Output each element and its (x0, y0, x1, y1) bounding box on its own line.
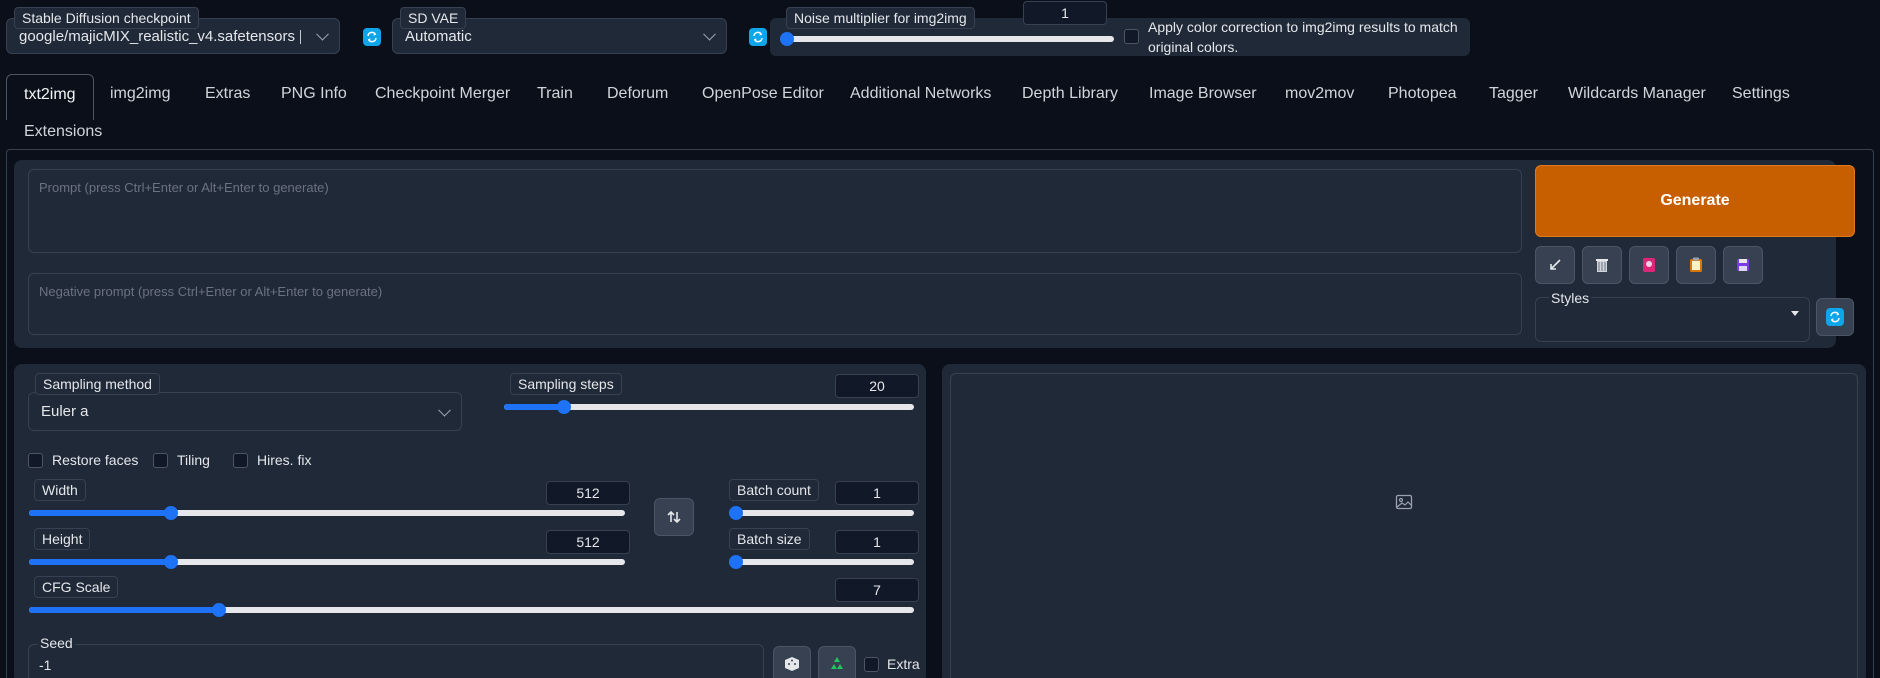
slider-thumb[interactable] (780, 32, 794, 46)
tab-mov2mov[interactable]: mov2mov (1285, 84, 1354, 104)
trash-icon (1596, 259, 1608, 272)
color-correction-checkbox[interactable] (1124, 29, 1139, 44)
cfg-scale-slider[interactable] (29, 602, 914, 618)
image-placeholder-icon (1395, 494, 1413, 510)
refresh-icon (1826, 308, 1844, 326)
output-image-area (950, 373, 1858, 678)
tab-txt2img[interactable]: txt2img (6, 74, 94, 120)
clear-prompt-button[interactable] (1582, 246, 1622, 284)
tab-photopea[interactable]: Photopea (1388, 84, 1457, 104)
tab-depth-library[interactable]: Depth Library (1022, 84, 1118, 104)
color-correction-label-line1: Apply color correction to img2img result… (1148, 19, 1458, 35)
card-icon (1643, 258, 1655, 272)
chevron-down-icon (438, 403, 451, 417)
noise-slider[interactable] (780, 31, 1114, 47)
restore-faces-checkbox[interactable] (28, 453, 43, 468)
chevron-down-icon (316, 27, 329, 41)
swap-arrows-icon (667, 510, 681, 524)
seed-label: Seed (38, 635, 75, 651)
tab-tagger[interactable]: Tagger (1489, 84, 1538, 104)
tab-extensions[interactable]: Extensions (24, 122, 102, 142)
tab-extras[interactable]: Extras (205, 84, 250, 104)
seed-input[interactable]: -1 (28, 644, 764, 678)
cfg-scale-label: CFG Scale (34, 576, 119, 598)
tab-image-browser[interactable]: Image Browser (1149, 84, 1257, 104)
batch-size-label: Batch size (729, 528, 810, 550)
restore-faces-label: Restore faces (52, 452, 139, 468)
slider-thumb[interactable] (729, 555, 743, 569)
dice-icon (785, 657, 799, 671)
extra-seed-label: Extra (887, 656, 920, 672)
generate-button[interactable]: Generate (1535, 165, 1855, 237)
batch-count-label: Batch count (729, 479, 819, 501)
noise-label: Noise multiplier for img2img (786, 7, 975, 29)
random-seed-button[interactable] (773, 646, 811, 678)
sampling-steps-slider[interactable] (504, 399, 914, 415)
slider-thumb[interactable] (556, 400, 571, 414)
hires-fix-label: Hires. fix (257, 452, 312, 468)
tab-wildcards-manager[interactable]: Wildcards Manager (1568, 84, 1706, 104)
slider-thumb[interactable] (729, 506, 743, 520)
vae-label: SD VAE (400, 7, 467, 29)
negative-prompt-input[interactable]: Negative prompt (press Ctrl+Enter or Alt… (28, 273, 1522, 335)
sampling-steps-input[interactable]: 20 (835, 374, 919, 398)
recycle-icon (831, 657, 843, 669)
styles-label: Styles (1549, 290, 1592, 306)
refresh-icon (753, 31, 763, 43)
height-label: Height (34, 528, 91, 550)
show-extra-networks-button[interactable] (1629, 246, 1669, 284)
batch-size-input[interactable]: 1 (835, 530, 919, 554)
batch-count-input[interactable]: 1 (835, 481, 919, 505)
seed-value: -1 (39, 657, 52, 673)
save-icon (1737, 259, 1749, 271)
tab-img2img[interactable]: img2img (110, 84, 170, 104)
tab-checkpoint-merger[interactable]: Checkpoint Merger (375, 84, 510, 104)
cfg-scale-input[interactable]: 7 (835, 578, 919, 602)
vae-refresh-button[interactable] (749, 28, 767, 46)
chevron-down-icon (703, 27, 716, 41)
styles-refresh-button[interactable] (1816, 298, 1854, 336)
vae-value: Automatic (405, 27, 472, 45)
clipboard-icon (1690, 257, 1702, 272)
sampling-method-value: Euler a (41, 403, 89, 420)
width-input[interactable]: 512 (546, 481, 630, 505)
tab-png-info[interactable]: PNG Info (281, 84, 347, 104)
sampling-method-dropdown[interactable]: Euler a (28, 392, 462, 431)
swap-dimensions-button[interactable] (654, 498, 694, 536)
tab-settings[interactable]: Settings (1732, 84, 1790, 104)
checkpoint-value: google/majicMIX_realistic_v4.safetensors… (19, 27, 301, 45)
reuse-seed-button[interactable] (818, 646, 856, 678)
caret-down-icon (1791, 311, 1799, 316)
tab-openpose-editor[interactable]: OpenPose Editor (702, 84, 824, 104)
prompt-input[interactable]: Prompt (press Ctrl+Enter or Alt+Enter to… (28, 169, 1522, 253)
read-params-button[interactable] (1535, 246, 1575, 284)
slider-thumb[interactable] (164, 506, 179, 520)
checkpoint-label: Stable Diffusion checkpoint (14, 7, 199, 29)
batch-size-slider[interactable] (729, 554, 914, 570)
extra-seed-checkbox[interactable] (864, 657, 879, 672)
arrow-icon (1550, 259, 1561, 270)
save-style-button[interactable] (1723, 246, 1763, 284)
height-input[interactable]: 512 (546, 530, 630, 554)
width-label: Width (34, 479, 86, 501)
noise-number-input[interactable]: 1 (1023, 1, 1107, 25)
sampling-method-label: Sampling method (35, 373, 160, 395)
checkpoint-refresh-button[interactable] (363, 28, 381, 46)
color-correction-label-line2: original colors. (1148, 39, 1239, 55)
tab-train[interactable]: Train (537, 84, 573, 104)
width-slider[interactable] (29, 505, 625, 521)
tiling-label: Tiling (177, 452, 210, 468)
slider-thumb[interactable] (211, 603, 226, 617)
tiling-checkbox[interactable] (153, 453, 168, 468)
slider-thumb[interactable] (164, 555, 179, 569)
tab-additional-networks[interactable]: Additional Networks (850, 84, 991, 104)
apply-styles-button[interactable] (1676, 246, 1716, 284)
batch-count-slider[interactable] (729, 505, 914, 521)
hires-fix-checkbox[interactable] (233, 453, 248, 468)
sampling-steps-label: Sampling steps (510, 373, 622, 395)
generate-label: Generate (1660, 192, 1730, 209)
height-slider[interactable] (29, 554, 625, 570)
refresh-icon (367, 31, 377, 43)
tab-deforum[interactable]: Deforum (607, 84, 668, 104)
